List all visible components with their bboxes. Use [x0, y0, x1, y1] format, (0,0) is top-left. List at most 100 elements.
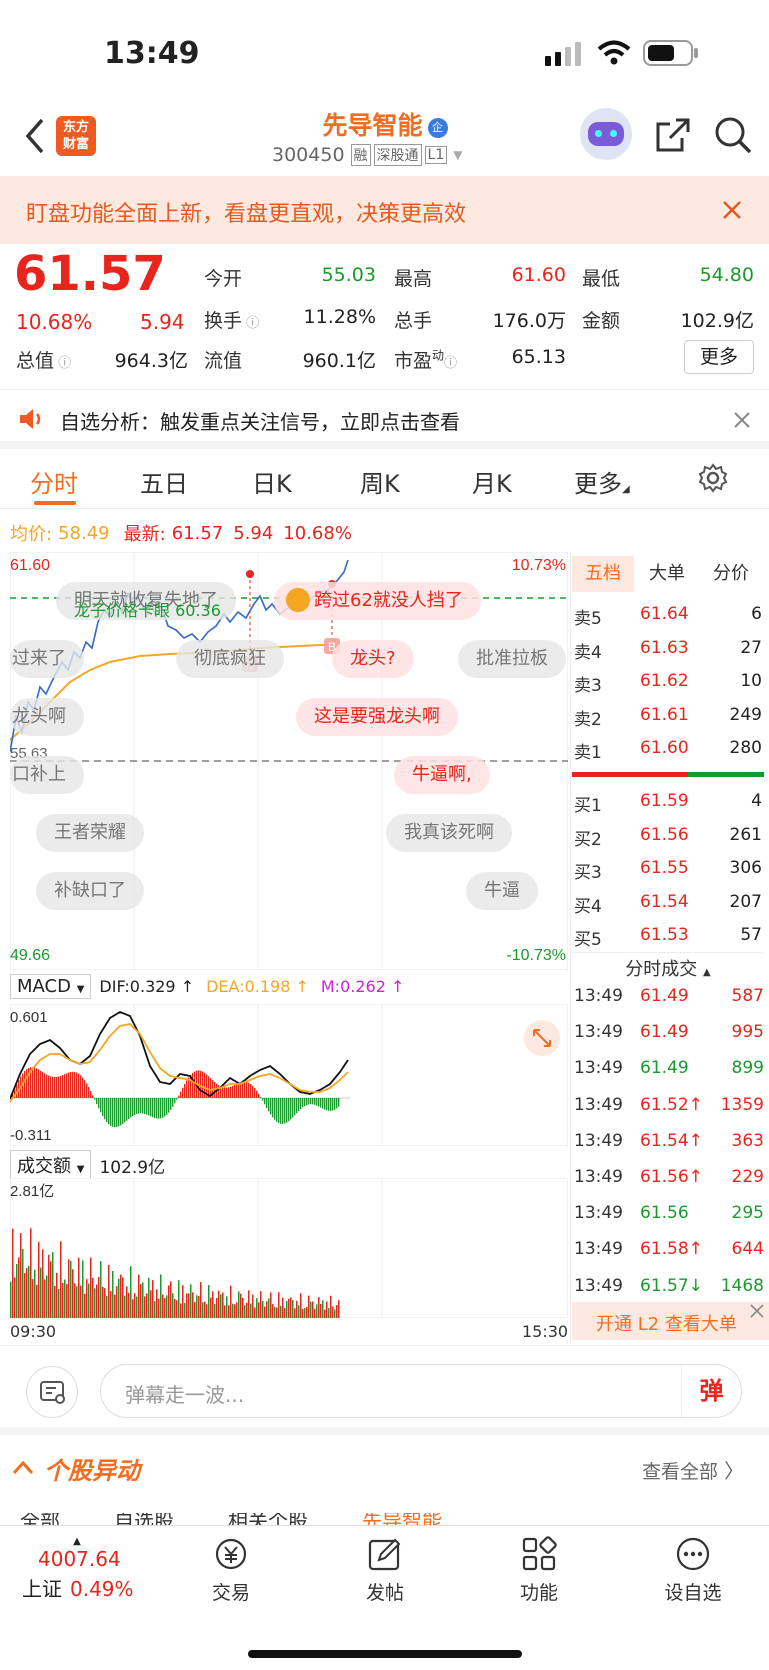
notice-bar[interactable]: 自选分析：触发重点关注信号，立即点击查看 [0, 389, 769, 449]
l2-upgrade-bar[interactable]: 开通 L2 查看大单 [572, 1302, 769, 1340]
trades-header[interactable]: 分时成交 ▲ [572, 952, 764, 981]
share-icon[interactable] [654, 116, 692, 154]
app-logo[interactable]: 东方 财富 [56, 116, 96, 156]
danmu-item[interactable]: 彻底疯狂 [176, 640, 284, 678]
macd-bar [60, 1075, 62, 1098]
ask-level-row[interactable]: 卖4 61.63 27 [572, 632, 762, 665]
macd-bar [276, 1098, 278, 1122]
feature-banner[interactable]: 盯盘功能全面上新，看盘更直观，决策更高效 [0, 176, 769, 244]
settings-icon[interactable] [698, 463, 728, 493]
volume-bar [158, 1298, 160, 1318]
danmu-item[interactable]: 龙头? [332, 640, 414, 678]
danmu-input[interactable]: 弹幕走一波... 弹 [100, 1364, 742, 1418]
macd-top-value: 0.601 [10, 1009, 48, 1026]
nav-function[interactable]: 功能 [484, 1536, 594, 1605]
tab-more[interactable]: 更多◢ [574, 464, 630, 499]
macd-bar [254, 1087, 256, 1098]
danmu-item[interactable]: 龙子价格卡眼 60.36 [74, 597, 221, 621]
level-label: 卖2 [574, 709, 602, 730]
level-label: 卖5 [574, 609, 602, 629]
collapse-icon[interactable] [12, 1459, 34, 1475]
subtab-all[interactable]: 全部 [20, 1513, 60, 1525]
danmu-item[interactable]: 我真该死啊 [386, 814, 512, 852]
close-l2-icon[interactable] [750, 1304, 764, 1318]
tab-big-order[interactable]: 大单 [636, 556, 698, 592]
tab-price-dist[interactable]: 分价 [700, 556, 762, 592]
danmu-item[interactable]: 这是要强龙头啊 [296, 698, 458, 736]
robot-avatar[interactable] [580, 108, 632, 160]
danmu-item[interactable]: 口补上 [10, 756, 84, 794]
back-icon[interactable] [24, 118, 46, 154]
volume-bar [328, 1308, 330, 1318]
dropdown-icon[interactable]: ▼ [453, 148, 462, 162]
bid-level-row[interactable]: 买3 61.55 306 [572, 852, 762, 885]
search-icon[interactable] [714, 116, 752, 154]
subtab-this-stock[interactable]: 先导智能 [362, 1513, 442, 1525]
macd-bar [58, 1076, 60, 1098]
volume-selector[interactable]: 成交额 ▼ [10, 1150, 92, 1180]
subtab-watchlist[interactable]: 自选股 [114, 1513, 174, 1525]
level-qty: 207 [729, 891, 762, 912]
bid-level-row[interactable]: 买4 61.54 207 [572, 886, 762, 919]
volume-bar [88, 1283, 90, 1318]
nav-trade[interactable]: 交易 [176, 1536, 286, 1605]
danmu-item[interactable]: 跨过62就没人挡了 [274, 582, 481, 620]
close-notice-icon[interactable] [734, 412, 750, 428]
macd-chart[interactable]: 0.601 -0.311 [10, 1004, 568, 1146]
ask-level-row[interactable]: 卖1 61.60 280 [572, 732, 762, 765]
macd-selector[interactable]: MACD ▼ [10, 974, 92, 999]
danmu-item[interactable]: 过来了 [10, 640, 84, 678]
level-price: 61.62 [640, 671, 689, 691]
subtab-related[interactable]: 相关个股 [228, 1513, 308, 1525]
more-button[interactable]: 更多 [684, 340, 754, 374]
macd-bar [150, 1098, 152, 1117]
send-danmu-button[interactable]: 弹 [681, 1365, 741, 1417]
danmu-item[interactable]: 龙头啊 [10, 698, 84, 736]
ask-level-row[interactable]: 卖3 61.62 10 [572, 665, 762, 698]
tab-daily-k[interactable]: 日K [252, 464, 292, 499]
enterprise-badge: 企 [427, 118, 448, 138]
macd-bar [96, 1098, 98, 1105]
ask-level-row[interactable]: 卖5 61.64 6 [572, 598, 762, 631]
high-value: 61.60 [511, 264, 566, 286]
macd-bar [46, 1074, 48, 1098]
bid-level-row[interactable]: 买5 61.53 57 [572, 919, 762, 952]
nav-add-watchlist[interactable]: 设自选 [638, 1536, 748, 1605]
macd-bar [50, 1076, 52, 1098]
volume-bar [120, 1274, 122, 1318]
index-widget[interactable]: ▲ 4007.64 上证 0.49% [22, 1536, 162, 1602]
tab-five-day[interactable]: 五日 [140, 464, 188, 499]
l2-text: 开通 L2 查看大单 [596, 1314, 737, 1335]
danmu-item[interactable]: 补缺口了 [36, 872, 144, 910]
speaker-icon [20, 409, 41, 429]
volume-bar [292, 1300, 294, 1318]
macd-bar [224, 1087, 226, 1098]
volume-bar [52, 1252, 54, 1318]
danmu-item[interactable]: 批准拉板 [458, 640, 566, 678]
signal-icon [545, 42, 581, 66]
macd-bar [92, 1095, 94, 1098]
volume-bar [64, 1279, 66, 1318]
view-all-link[interactable]: 查看全部 〉 [642, 1455, 744, 1484]
macd-bar [154, 1098, 156, 1118]
ask-level-row[interactable]: 卖2 61.61 249 [572, 699, 762, 732]
danmu-item[interactable]: 王者荣耀 [36, 814, 144, 852]
danmu-item[interactable]: 牛逼 [466, 872, 538, 910]
volume-bar [188, 1293, 190, 1318]
stock-title[interactable]: 先导智能 企 [250, 106, 520, 142]
volume-chart[interactable]: 2.81亿 [10, 1178, 568, 1318]
danmu-settings-icon[interactable] [26, 1366, 78, 1418]
tab-monthly-k[interactable]: 月K [472, 464, 512, 499]
tab-intraday[interactable]: 分时 [30, 464, 78, 499]
volume-bar [166, 1295, 168, 1318]
level-qty: 10 [740, 671, 762, 691]
bid-level-row[interactable]: 买2 61.56 261 [572, 819, 762, 852]
close-icon[interactable] [722, 200, 742, 220]
macd-bar [282, 1098, 284, 1124]
tab-weekly-k[interactable]: 周K [360, 464, 400, 499]
bid-level-row[interactable]: 买1 61.59 4 [572, 785, 762, 818]
trade-time: 13:49 [574, 1167, 623, 1187]
tab-five-level[interactable]: 五档 [572, 556, 634, 592]
danmu-item[interactable]: 牛逼啊, [394, 756, 490, 794]
nav-post[interactable]: 发帖 [330, 1536, 440, 1605]
